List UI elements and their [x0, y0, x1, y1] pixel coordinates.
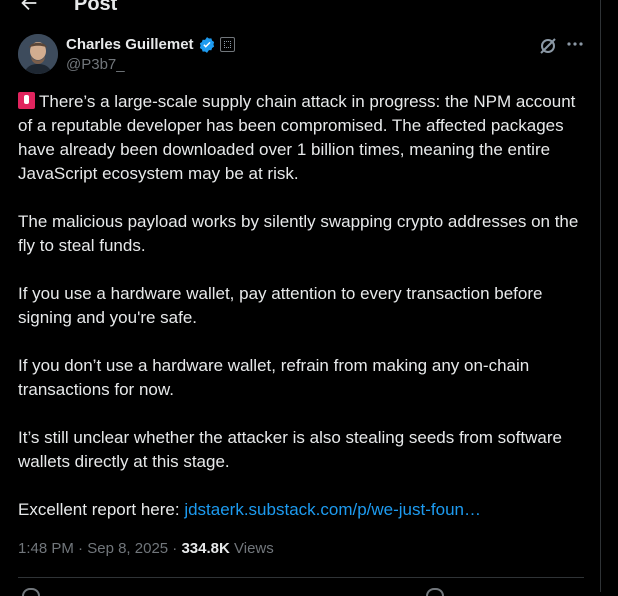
divider [18, 577, 584, 578]
post-header: Post [0, 0, 600, 20]
link-prefix-text: Excellent report here: [18, 500, 185, 519]
verified-badge-icon [198, 36, 216, 54]
views-count: 334.8K [181, 540, 230, 557]
reply-icon[interactable] [22, 588, 40, 596]
post-time[interactable]: 1:48 PM [18, 540, 74, 557]
article-link[interactable]: jdstaerk.substack.com/p/we-just-foun… [184, 500, 481, 519]
tweet-paragraph-text: There’s a large-scale supply chain attac… [18, 92, 581, 183]
avatar[interactable] [18, 34, 58, 74]
affiliate-badge-icon[interactable] [220, 37, 235, 52]
tweet-paragraph: The malicious payload works by silently … [18, 212, 584, 255]
views-label: Views [234, 540, 274, 557]
grok-icon[interactable] [538, 36, 558, 56]
tweet-paragraph: It’s still unclear whether the attacker … [18, 428, 567, 471]
meta-separator: · [73, 540, 88, 557]
back-arrow-icon[interactable] [18, 0, 40, 14]
tweet-paragraph-link: Excellent report here: jdstaerk.substack… [18, 498, 590, 522]
more-horizontal-icon[interactable] [565, 34, 585, 54]
meta-separator: · [168, 540, 182, 557]
post-meta: 1:48 PM · Sep 8, 2025 · 334.8K Views [18, 540, 274, 558]
bookmark-icon[interactable] [426, 588, 444, 596]
tweet-text: There’s a large-scale supply chain attac… [18, 90, 590, 546]
siren-emoji-icon [18, 92, 35, 109]
post-date[interactable]: Sep 8, 2025 [87, 540, 168, 557]
tweet-paragraph: If you don’t use a hardware wallet, refr… [18, 356, 534, 399]
author-handle[interactable]: @P3b7_ [66, 56, 125, 74]
author-name[interactable]: Charles Guillemet [66, 36, 194, 54]
page-title: Post [74, 0, 118, 15]
post-panel: Post Charles Guillemet @P3b7_ There’s a … [0, 0, 601, 596]
tweet-paragraph: There’s a large-scale supply chain attac… [18, 90, 590, 186]
tweet-paragraph: If you use a hardware wallet, pay attent… [18, 284, 548, 327]
